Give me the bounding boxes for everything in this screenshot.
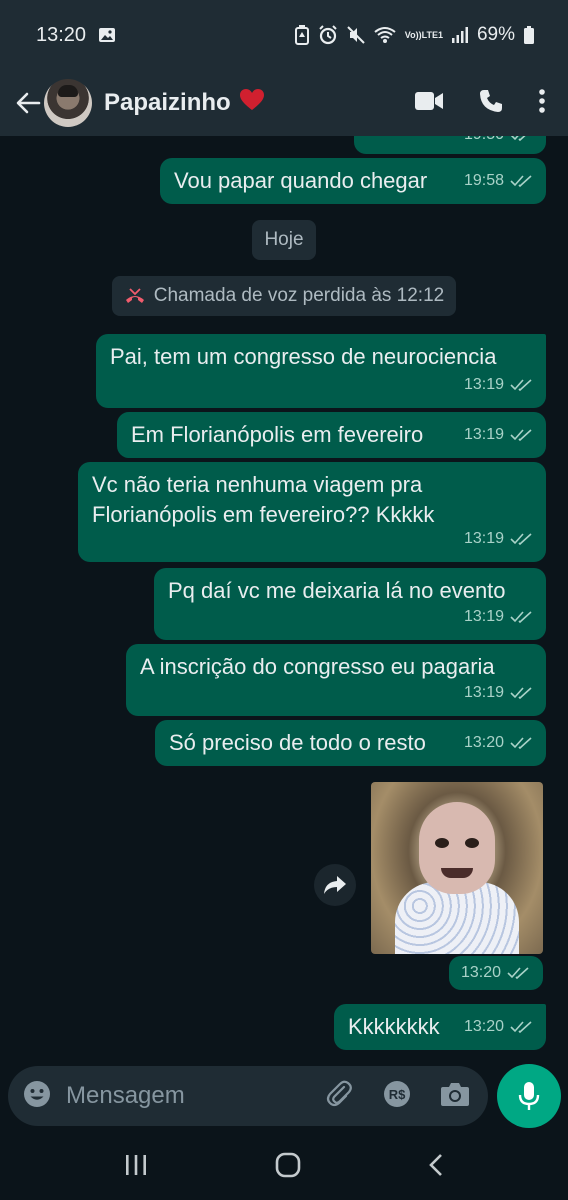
message-meta: 13:19 <box>464 420 534 450</box>
contact-name[interactable]: Papaizinho <box>104 88 265 119</box>
signal-icon <box>451 27 468 43</box>
message-meta: 13:19 <box>464 524 534 554</box>
message-meta: 13:19 <box>464 602 534 632</box>
wifi-icon <box>374 26 396 44</box>
forward-button[interactable] <box>314 864 356 906</box>
message-meta: 13:19 <box>464 678 534 708</box>
message-text: Pai, tem um congresso de neurociencia <box>110 344 497 369</box>
double-check-icon <box>510 611 532 624</box>
message-text: A inscrição do congresso eu pagaria <box>140 654 495 679</box>
heart-icon <box>239 88 265 119</box>
recent-apps-icon[interactable] <box>124 1154 148 1181</box>
message-bubble[interactable]: Pai, tem um congresso de neurociencia 13… <box>96 334 546 408</box>
attach-icon[interactable] <box>324 1079 354 1114</box>
message-meta: 19:58 <box>464 166 534 196</box>
message-text: Em Florianópolis em fevereiro <box>131 422 424 447</box>
message-bubble[interactable]: Kkkkkkkk 13:20 <box>334 1004 546 1050</box>
avatar[interactable] <box>44 79 92 127</box>
mic-button[interactable] <box>497 1064 561 1128</box>
battery-level: 69% <box>476 24 515 45</box>
message-text: Kkkkkkkk <box>348 1014 440 1039</box>
svg-text:R$: R$ <box>389 1087 406 1102</box>
double-check-icon <box>510 429 532 442</box>
message-list[interactable]: 19:50 Vou papar quando chegar 19:58 Hoje… <box>0 136 568 1060</box>
double-check-icon <box>507 967 529 980</box>
status-bar: 13:20 Vo)) LTE1 69% <box>0 0 568 70</box>
emoji-icon[interactable] <box>22 1079 52 1114</box>
message-bubble[interactable]: Pq daí vc me deixaria lá no evento 13:19 <box>154 568 546 640</box>
message-text: Vc não teria nenhuma viagem pra Florianó… <box>92 472 435 527</box>
payment-icon[interactable]: R$ <box>382 1079 412 1114</box>
message-meta: 13:19 <box>464 370 534 400</box>
mute-icon <box>347 26 365 44</box>
alarm-icon <box>318 25 338 45</box>
message-bubble[interactable]: A inscrição do congresso eu pagaria 13:1… <box>126 644 546 716</box>
home-icon[interactable] <box>275 1152 301 1183</box>
double-check-icon <box>510 687 532 700</box>
status-time: 13:20 <box>36 23 87 46</box>
missed-call-text: Chamada de voz perdida às 12:12 <box>153 285 445 306</box>
voice-call-icon[interactable] <box>478 88 504 119</box>
double-check-icon <box>510 136 526 142</box>
missed-call-notice[interactable]: Chamada de voz perdida às 12:12 <box>112 276 456 316</box>
chat-header: Papaizinho <box>0 70 568 136</box>
message-text: Pq daí vc me deixaria lá no evento <box>168 578 506 603</box>
system-nav-bar <box>0 1134 568 1200</box>
message-meta: 13:20 <box>464 1012 534 1042</box>
battery-icon <box>524 26 534 44</box>
message-composer: R$ <box>8 1066 488 1126</box>
back-button[interactable] <box>8 92 48 114</box>
double-check-icon <box>510 175 532 188</box>
nav-back-icon[interactable] <box>428 1153 444 1182</box>
double-check-icon <box>510 533 532 546</box>
camera-icon[interactable] <box>440 1080 470 1113</box>
mic-icon <box>518 1082 540 1110</box>
message-meta: 13:20 <box>464 728 534 758</box>
double-check-icon <box>510 1021 532 1034</box>
battery-saver-icon <box>294 25 309 45</box>
video-call-icon[interactable] <box>414 90 444 117</box>
back-arrow-icon <box>16 92 41 114</box>
double-check-icon <box>510 737 532 750</box>
message-input[interactable] <box>66 1082 296 1110</box>
sticker-meta: 13:20 <box>449 956 543 990</box>
image-icon <box>98 27 116 43</box>
message-bubble[interactable]: Vou papar quando chegar 19:58 <box>160 158 546 204</box>
message-bubble[interactable]: Em Florianópolis em fevereiro 13:19 <box>117 412 546 458</box>
message-bubble[interactable]: Vc não teria nenhuma viagem pra Florianó… <box>78 462 546 562</box>
sticker-image[interactable] <box>371 782 543 954</box>
message-bubble[interactable]: 19:50 <box>354 136 546 154</box>
date-chip: Hoje <box>252 220 316 260</box>
double-check-icon <box>510 379 532 392</box>
forward-icon <box>324 876 346 894</box>
more-options-icon[interactable] <box>538 88 546 119</box>
network-type: Vo)) LTE1 <box>404 29 443 40</box>
message-bubble[interactable]: Só preciso de todo o resto 13:20 <box>155 720 546 766</box>
message-text: Só preciso de todo o resto <box>169 730 426 755</box>
message-text: Vou papar quando chegar <box>174 168 428 193</box>
missed-call-icon <box>125 288 144 303</box>
